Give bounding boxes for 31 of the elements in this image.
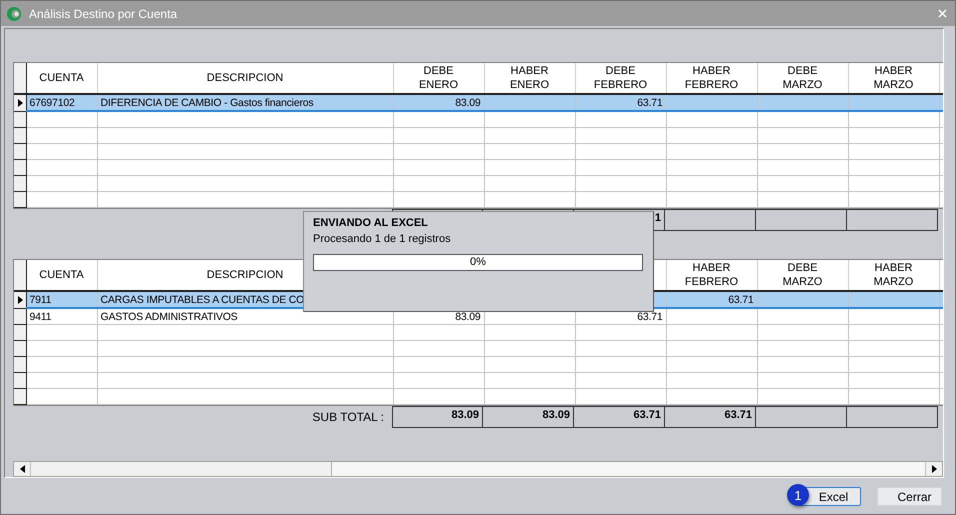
scroll-right-icon[interactable] (932, 465, 936, 473)
column-header[interactable]: CUENTA (26, 260, 97, 291)
column-header[interactable]: HABER MARZO (848, 63, 939, 94)
total-cell: 83.09 (392, 406, 483, 428)
scroll-left-icon[interactable] (20, 465, 24, 473)
app-logo-icon (7, 6, 21, 20)
row-pointer-icon (18, 296, 23, 304)
column-header[interactable]: DEBE MARZO (757, 260, 848, 291)
progress-message: Procesando 1 de 1 registros (313, 233, 452, 245)
row-pointer-icon (18, 98, 23, 107)
column-header[interactable]: HABER ENERO (484, 63, 575, 94)
column-header[interactable]: DESCRIPCION (97, 63, 393, 94)
column-header[interactable]: HABER FEBRERO (666, 260, 757, 291)
window-title: Análisis Destino por Cuenta (29, 6, 178, 20)
total-cell: 63.71 (574, 406, 665, 428)
column-header[interactable]: HABER MARZO (848, 260, 939, 291)
step-tooltip: 1 (787, 484, 809, 506)
dialog-title: ENVIANDO AL EXCEL (313, 217, 429, 229)
column-header[interactable]: DEBE MARZO (757, 63, 848, 94)
column-header[interactable]: DEBE FEBRERO (575, 63, 666, 94)
column-header[interactable]: DEBE ENERO (393, 63, 484, 94)
total-cell: 63.71 (665, 406, 756, 428)
table-row[interactable]: 67697102 DIFERENCIA DE CAMBIO - Gastos financieros 83.09 63.71 (14, 94, 943, 111)
column-header[interactable]: HABER FEBRERO (666, 63, 757, 94)
dialog-button[interactable]: Cerrar (877, 487, 942, 506)
close-icon[interactable] (938, 9, 947, 18)
column-header[interactable]: CUENTA (26, 63, 97, 94)
total-cell: 83.09 (483, 406, 574, 428)
progress-reading: 0% (469, 256, 487, 268)
subtotal-label: SUB TOTAL : (312, 410, 384, 424)
horizontal-scrollbar[interactable] (13, 461, 943, 477)
